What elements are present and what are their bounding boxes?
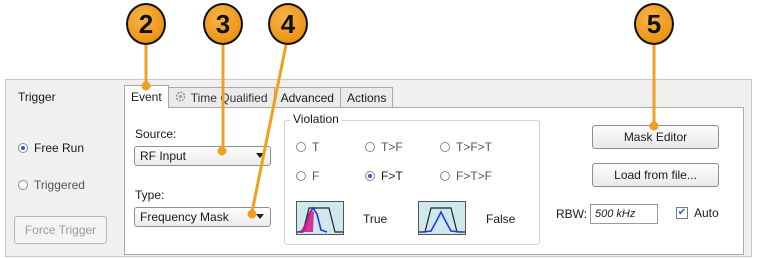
auto-checkbox[interactable]: ✔ Auto — [676, 206, 719, 220]
mask-false-icon — [418, 201, 466, 235]
callout-4: 4 — [268, 3, 308, 45]
violation-option-label: T>F>T — [456, 140, 493, 154]
violation-option-label: T>F — [381, 140, 403, 154]
type-label: Type: — [135, 188, 165, 202]
true-label: True — [363, 212, 388, 226]
rbw-label: RBW: — [556, 207, 588, 221]
radio-dot — [440, 142, 450, 152]
callout-2: 2 — [126, 3, 166, 45]
free-run-label: Free Run — [34, 141, 85, 155]
radio-dot — [296, 171, 306, 181]
tab-event[interactable]: Event — [124, 85, 169, 108]
tab-time-qualified-label: Time Qualified — [190, 91, 268, 105]
violation-title: Violation — [290, 112, 342, 126]
tab-bar: Event Time Qualified Advanced Actions — [124, 85, 394, 108]
radio-dot — [296, 142, 306, 152]
type-select[interactable]: Frequency Mask — [134, 207, 271, 227]
triggered-radio[interactable]: Triggered — [18, 178, 85, 192]
violation-option-t[interactable]: T — [296, 140, 319, 154]
radio-dot-selected — [365, 171, 375, 181]
tab-event-label: Event — [131, 90, 162, 104]
tab-advanced-label: Advanced — [280, 91, 334, 105]
tab-time-qualified[interactable]: Time Qualified — [167, 87, 275, 108]
callout-5: 5 — [634, 3, 674, 45]
callout-3: 3 — [203, 3, 243, 45]
violation-option-t-f-t[interactable]: T>F>T — [440, 140, 492, 154]
type-value: Frequency Mask — [140, 210, 229, 224]
violation-option-f-t-f[interactable]: F>T>F — [440, 169, 492, 183]
triggered-label: Triggered — [34, 178, 85, 192]
chevron-down-icon — [256, 153, 264, 158]
radio-dot — [18, 180, 28, 190]
violation-option-f-t[interactable]: F>T — [365, 169, 403, 183]
violation-option-label: F>T>F — [456, 169, 493, 183]
tab-advanced[interactable]: Advanced — [273, 87, 341, 108]
checkmark-icon: ✔ — [676, 207, 688, 219]
violation-option-f[interactable]: F — [296, 169, 319, 183]
source-value: RF Input — [140, 149, 187, 163]
gear-icon — [175, 91, 186, 105]
tab-actions[interactable]: Actions — [339, 87, 394, 108]
violation-option-label: F>T — [381, 169, 403, 183]
radio-dot — [365, 142, 375, 152]
false-label: False — [486, 212, 516, 226]
rbw-input[interactable]: 500 kHz — [590, 204, 658, 224]
load-from-file-button[interactable]: Load from file... — [592, 163, 719, 187]
force-trigger-button[interactable]: Force Trigger — [14, 216, 107, 244]
violation-option-label: T — [312, 140, 320, 154]
source-label: Source: — [135, 127, 177, 141]
radio-dot — [440, 171, 450, 181]
auto-label: Auto — [694, 206, 719, 220]
trigger-title: Trigger — [18, 90, 56, 104]
violation-option-t-f[interactable]: T>F — [365, 140, 403, 154]
radio-dot-selected — [18, 143, 28, 153]
source-select[interactable]: RF Input — [134, 146, 271, 166]
free-run-radio[interactable]: Free Run — [18, 141, 84, 155]
mask-editor-button[interactable]: Mask Editor — [592, 125, 719, 149]
tab-actions-label: Actions — [346, 91, 387, 105]
chevron-down-icon — [256, 214, 264, 219]
violation-option-label: F — [312, 169, 320, 183]
mask-true-icon — [296, 201, 344, 235]
